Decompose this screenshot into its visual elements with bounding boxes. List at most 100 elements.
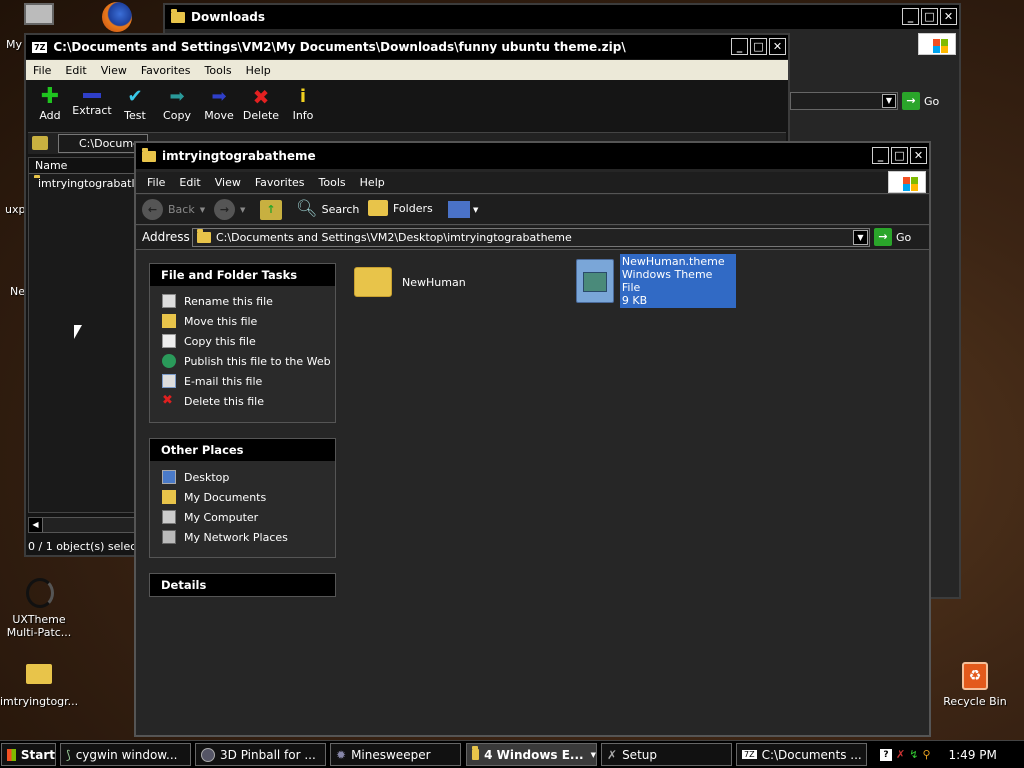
horizontal-scrollbar[interactable]: ◀ bbox=[28, 517, 136, 533]
toolbar-label: Move bbox=[204, 109, 234, 122]
panel-header[interactable]: Details bbox=[150, 574, 335, 596]
panel-header[interactable]: File and Folder Tasks bbox=[150, 264, 335, 286]
task-publish-web[interactable]: Publish this file to the Web bbox=[150, 351, 335, 371]
back-button[interactable]: ← Back ▼ bbox=[142, 199, 205, 220]
x-tray-icon[interactable]: ✗ bbox=[896, 748, 905, 761]
toolbar-label: Info bbox=[292, 109, 314, 122]
place-label: Desktop bbox=[184, 470, 230, 484]
go-button[interactable]: → Go bbox=[874, 228, 911, 246]
setup-icon: ✗ bbox=[607, 747, 618, 762]
scroll-left-icon[interactable]: ◀ bbox=[29, 518, 43, 532]
toolbar-label: Test bbox=[124, 109, 146, 122]
menu-favorites[interactable]: Favorites bbox=[248, 176, 312, 189]
close-button[interactable]: ✕ bbox=[769, 38, 786, 55]
toolbar-label: Delete bbox=[242, 109, 280, 122]
minimize-button[interactable]: _ bbox=[731, 38, 748, 55]
place-network[interactable]: My Network Places bbox=[150, 527, 335, 547]
desktop-icon-label[interactable]: Ne bbox=[10, 285, 25, 298]
desktop-icon-recycle-bin[interactable]: ♻ Recycle Bin bbox=[942, 660, 1008, 710]
search-tray-icon[interactable]: ⚲ bbox=[922, 748, 930, 761]
list-item[interactable]: imtryingtograbatl bbox=[29, 174, 135, 192]
close-button[interactable]: ✕ bbox=[910, 147, 927, 164]
taskbar-button-windows-explorer[interactable]: 4 Windows E... ▼ bbox=[466, 743, 597, 766]
up-folder-icon[interactable] bbox=[32, 136, 48, 150]
address-dropdown[interactable]: ▼ bbox=[790, 92, 898, 110]
desktop-icon-uxtheme[interactable]: UXTheme Multi-Patc... bbox=[4, 576, 74, 640]
maximize-button[interactable]: □ bbox=[750, 38, 767, 55]
folders-button[interactable]: Folders bbox=[368, 200, 433, 216]
menu-help[interactable]: Help bbox=[239, 64, 278, 77]
minimize-button[interactable]: _ bbox=[902, 8, 919, 25]
path-text: C:\Docume bbox=[79, 137, 140, 150]
theme-file-icon bbox=[576, 259, 614, 303]
menu-view[interactable]: View bbox=[94, 64, 134, 77]
desktop-icon-imtryingtograbatheme[interactable]: imtryingtogr... bbox=[0, 660, 78, 710]
close-button[interactable]: ✕ bbox=[940, 8, 957, 25]
clock[interactable]: 1:49 PM bbox=[949, 748, 997, 762]
up-folder-button[interactable]: ↑ bbox=[260, 200, 282, 220]
address-field[interactable]: C:\Documents and Settings\VM2\Desktop\im… bbox=[192, 228, 870, 247]
menu-tools[interactable]: Tools bbox=[198, 64, 239, 77]
menu-favorites[interactable]: Favorites bbox=[134, 64, 198, 77]
place-my-computer[interactable]: My Computer bbox=[150, 507, 335, 527]
zip-titlebar[interactable]: 7Z C:\Documents and Settings\VM2\My Docu… bbox=[26, 35, 788, 59]
taskbar-button-7zip[interactable]: 7Z C:\Documents ... bbox=[736, 743, 867, 766]
panel-header[interactable]: Other Places bbox=[150, 439, 335, 461]
taskbar-button-minesweeper[interactable]: ✹ Minesweeper bbox=[330, 743, 461, 766]
extract-button[interactable]: Extract bbox=[70, 85, 114, 129]
address-value: C:\Documents and Settings\VM2\Desktop\im… bbox=[216, 231, 572, 244]
menu-tools[interactable]: Tools bbox=[312, 176, 353, 189]
help-tray-icon[interactable]: ? bbox=[880, 748, 892, 761]
menu-file[interactable]: File bbox=[26, 64, 58, 77]
chevron-down-icon[interactable]: ▼ bbox=[853, 230, 868, 245]
extract-icon bbox=[83, 93, 101, 98]
downloads-titlebar[interactable]: Downloads bbox=[165, 5, 959, 29]
network-tray-icon[interactable]: ↯ bbox=[909, 748, 918, 761]
file-item-newhuman-theme[interactable]: NewHuman.theme Windows Theme File 9 KB bbox=[576, 254, 736, 308]
menu-edit[interactable]: Edit bbox=[172, 176, 207, 189]
window-title: C:\Documents and Settings\VM2\My Documen… bbox=[53, 40, 626, 54]
copy-button[interactable]: ➡ Copy bbox=[156, 85, 198, 129]
search-button[interactable]: 🔍︎ Search bbox=[296, 199, 359, 219]
folder-item-newhuman[interactable]: NewHuman bbox=[354, 260, 514, 304]
globe-icon bbox=[162, 354, 176, 368]
maximize-button[interactable]: □ bbox=[921, 8, 938, 25]
go-button[interactable]: → Go bbox=[902, 91, 939, 111]
info-button[interactable]: i Info bbox=[282, 85, 324, 129]
move-button[interactable]: ➡ Move bbox=[198, 85, 240, 129]
task-label: Delete this file bbox=[184, 394, 264, 408]
maximize-button[interactable]: □ bbox=[891, 147, 908, 164]
task-delete-file[interactable]: ✖ Delete this file bbox=[150, 391, 335, 411]
explorer-window[interactable]: imtryingtograbatheme _ □ ✕ File Edit Vie… bbox=[134, 141, 931, 737]
menu-help[interactable]: Help bbox=[353, 176, 392, 189]
minimize-button[interactable]: _ bbox=[872, 147, 889, 164]
views-button[interactable]: ▼ bbox=[448, 201, 478, 218]
zip-file-list[interactable]: Name imtryingtograbatl bbox=[28, 157, 136, 513]
toolbar-label: Copy bbox=[163, 109, 191, 122]
taskbar-button-cygwin[interactable]: ⟆ cygwin window... bbox=[60, 743, 191, 766]
taskbar-button-pinball[interactable]: 3D Pinball for ... bbox=[195, 743, 326, 766]
task-email-file[interactable]: E-mail this file bbox=[150, 371, 335, 391]
delete-button[interactable]: ✖ Delete bbox=[240, 85, 282, 129]
start-button[interactable]: Start bbox=[1, 743, 56, 766]
menu-view[interactable]: View bbox=[208, 176, 248, 189]
folder-icon bbox=[171, 8, 185, 23]
menu-edit[interactable]: Edit bbox=[58, 64, 93, 77]
menu-file[interactable]: File bbox=[140, 176, 172, 189]
add-button[interactable]: ✚ Add bbox=[30, 85, 70, 129]
task-copy-file[interactable]: Copy this file bbox=[150, 331, 335, 351]
place-my-documents[interactable]: My Documents bbox=[150, 487, 335, 507]
item-size: 9 KB bbox=[621, 294, 648, 307]
task-move-file[interactable]: Move this file bbox=[150, 311, 335, 331]
minesweeper-icon: ✹ bbox=[336, 747, 347, 762]
task-rename-file[interactable]: Rename this file bbox=[150, 291, 335, 311]
explorer-titlebar[interactable]: imtryingtograbatheme bbox=[136, 143, 929, 169]
forward-button[interactable]: → ▼ bbox=[214, 199, 245, 220]
column-header-name[interactable]: Name bbox=[29, 158, 135, 174]
firefox-icon[interactable] bbox=[102, 2, 132, 32]
taskbar-button-setup[interactable]: ✗ Setup bbox=[601, 743, 732, 766]
test-button[interactable]: ✔ Test bbox=[114, 85, 156, 129]
place-desktop[interactable]: Desktop bbox=[150, 467, 335, 487]
go-arrow-icon: → bbox=[902, 92, 920, 110]
desktop-icon-label[interactable]: uxp bbox=[5, 203, 25, 216]
